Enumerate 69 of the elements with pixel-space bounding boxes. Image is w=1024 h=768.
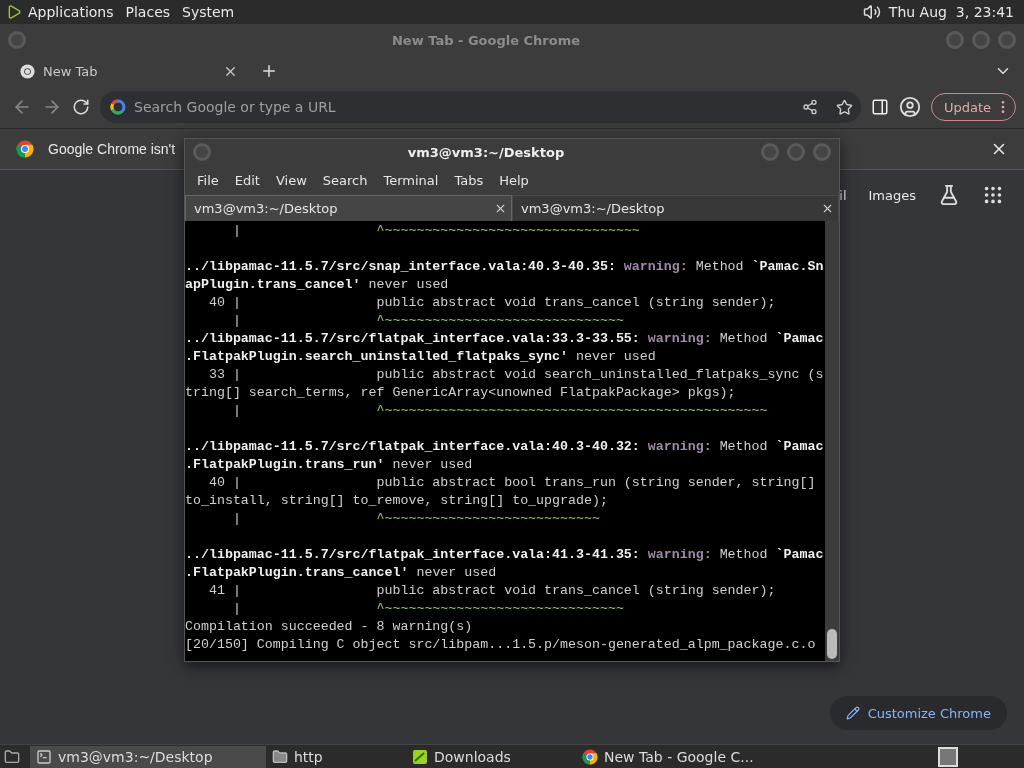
menu-item[interactable]: Edit bbox=[226, 172, 268, 188]
downloads-icon bbox=[412, 748, 428, 765]
side-panel-icon[interactable] bbox=[870, 98, 889, 116]
terminal-line: ../libpamac-11.5.7/src/snap_interface.vala:40.3-40.35: warning: Method `Pamac.Sn bbox=[185, 259, 824, 274]
terminal-line: .FlatpakPlugin.trans_cancel' never used bbox=[185, 565, 497, 580]
nav-link[interactable]: il bbox=[839, 187, 847, 203]
menu-item[interactable]: Help bbox=[491, 172, 537, 188]
taskbar-item[interactable]: New Tab - Google C... bbox=[576, 745, 816, 768]
terminal-line: 33 | public abstract void search_uninstalled_flatpaks_sync (s bbox=[207, 367, 824, 382]
taskbar-item[interactable]: http bbox=[266, 745, 406, 768]
terminal-line: 40 | public abstract void trans_cancel (string sender); bbox=[207, 295, 776, 310]
window-title: New Tab - Google Chrome bbox=[390, 32, 582, 48]
menu-item[interactable]: Search bbox=[314, 172, 376, 188]
menu-item[interactable]: Terminal bbox=[375, 172, 447, 188]
terminal-line: ../libpamac-11.5.7/src/flatpak_interface.vala:40.3-40.32: warning: Method `Pamac bbox=[185, 439, 824, 454]
panel-menu[interactable]: Applications bbox=[22, 4, 120, 20]
terminal-line: | ^~~~~~~~~~~~~~~~~~~~~~~~~~~~ bbox=[231, 511, 600, 526]
terminal-line: | ^~~~~~~~~~~~~~~~~~~~~~~~~~~~~~~~~ bbox=[231, 223, 640, 238]
window-title: vm3@vm3:~/Desktop bbox=[406, 144, 566, 160]
taskbar-item[interactable]: vm3@vm3:~/Desktop bbox=[30, 745, 266, 768]
terminal-line: | ^~~~~~~~~~~~~~~~~~~~~~~~~~~~~~~ bbox=[231, 601, 624, 616]
close-tab-icon[interactable] bbox=[821, 202, 834, 215]
terminal-tab[interactable]: vm3@vm3:~/Desktop bbox=[512, 195, 839, 221]
address-placeholder: Search Google or type a URL bbox=[134, 99, 337, 115]
profile-icon[interactable] bbox=[898, 96, 921, 118]
chrome-logo-icon bbox=[16, 140, 34, 158]
address-bar[interactable]: Search Google or type a URL bbox=[100, 91, 861, 123]
reload-icon[interactable] bbox=[72, 98, 90, 116]
terminal-line: 41 | public abstract void trans_cancel (string sender); bbox=[207, 583, 776, 598]
google-logo-icon bbox=[110, 99, 126, 115]
terminal-line: [20/150] Compiling C object src/libpam...1.5.p/meson-generated_alpm_package.c.o bbox=[185, 637, 816, 652]
scrollbar[interactable] bbox=[825, 221, 839, 661]
folder-icon bbox=[272, 748, 288, 765]
menu-item[interactable]: File bbox=[189, 172, 227, 188]
flask-icon[interactable] bbox=[938, 184, 960, 206]
terminal-icon bbox=[36, 748, 52, 765]
terminal-line: ../libpamac-11.5.7/src/flatpak_interface.vala:33.3-33.55: warning: Method `Pamac bbox=[185, 331, 824, 346]
terminal-line: to_install, string[] to_remove, string[] to_upgrade); bbox=[185, 493, 608, 508]
chrome-logo-icon bbox=[20, 63, 35, 79]
logo-icon[interactable] bbox=[6, 4, 22, 20]
terminal-line: | ^~~~~~~~~~~~~~~~~~~~~~~~~~~~~~~~~~~~~~~~~~~~~~~~~ bbox=[231, 403, 768, 418]
terminal-tab[interactable]: vm3@vm3:~/Desktop bbox=[185, 195, 512, 221]
panel-menu[interactable]: System bbox=[176, 4, 241, 20]
apps-grid-icon[interactable] bbox=[982, 184, 1004, 206]
terminal-line: | ^~~~~~~~~~~~~~~~~~~~~~~~~~~~~~~ bbox=[231, 313, 624, 328]
show-desktop-icon[interactable] bbox=[4, 748, 20, 765]
menu-item[interactable]: Tabs bbox=[446, 172, 492, 188]
terminal-line: .FlatpakPlugin.trans_run' never used bbox=[185, 457, 473, 472]
panel-menu[interactable]: Places bbox=[119, 4, 177, 20]
nav-link[interactable]: Images bbox=[868, 187, 916, 203]
terminal-line: tring[] search_terms, ref GenericArray<unowned FlatpakPackage> pkgs); bbox=[185, 385, 736, 400]
terminal-line: ../libpamac-11.5.7/src/flatpak_interface.vala:41.3-41.35: warning: Method `Pamac bbox=[185, 547, 824, 562]
taskbar-item[interactable]: Downloads bbox=[406, 745, 576, 768]
terminal-line: 40 | public abstract bool trans_run (string sender, string[] bbox=[207, 475, 816, 490]
new-tab-icon[interactable] bbox=[260, 62, 278, 80]
volume-icon[interactable] bbox=[862, 3, 881, 21]
terminal-line: Compilation succeeded - 8 warning(s) bbox=[185, 619, 473, 634]
infobar-message: Google Chrome isn't bbox=[48, 141, 176, 157]
terminal-line: apPlugin.trans_cancel' never used bbox=[185, 277, 449, 292]
terminal-line: .FlatpakPlugin.search_uninstalled_flatpaks_sync' never used bbox=[185, 349, 656, 364]
chrome-logo-icon bbox=[582, 748, 598, 765]
customize-chrome-button[interactable]: Customize Chrome bbox=[829, 696, 1007, 730]
pencil-icon bbox=[845, 706, 860, 720]
share-icon[interactable] bbox=[801, 99, 818, 115]
bookmark-star-icon[interactable] bbox=[835, 98, 853, 116]
menu-item[interactable]: View bbox=[267, 172, 315, 188]
clock[interactable]: Thu Aug 3, 23:41 bbox=[888, 4, 1018, 20]
close-tab-icon[interactable] bbox=[494, 202, 507, 215]
workspace-icon[interactable] bbox=[938, 746, 958, 767]
